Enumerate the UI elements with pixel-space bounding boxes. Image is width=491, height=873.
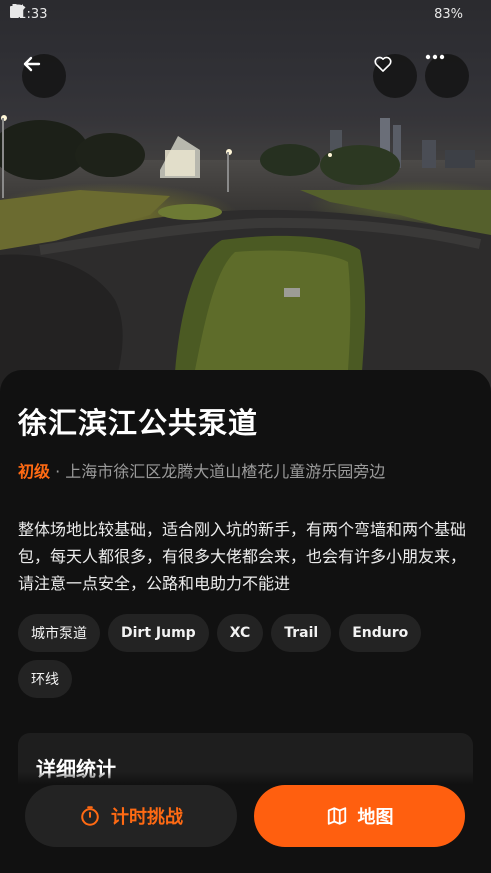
more-button[interactable]	[425, 54, 469, 98]
battery-percent: 83%	[434, 6, 463, 22]
map-label: 地图	[357, 807, 394, 828]
heart-icon	[374, 56, 392, 72]
tag-chip[interactable]: 城市泵道	[18, 614, 100, 652]
tag-chip[interactable]: Trail	[271, 614, 332, 652]
timer-challenge-label: 计时挑战	[111, 807, 183, 828]
timer-challenge-button[interactable]: 计时挑战	[25, 785, 237, 847]
tag-list: 城市泵道 Dirt Jump XC Trail Enduro 环线	[18, 614, 478, 698]
subline-separator: ·	[50, 462, 66, 481]
stopwatch-icon	[81, 806, 99, 826]
favorite-button[interactable]	[373, 54, 417, 98]
difficulty-level: 初级	[18, 462, 51, 481]
back-button[interactable]	[22, 54, 66, 98]
park-subline: 初级 · 上海市徐汇区龙腾大道山楂花儿童游乐园旁边	[18, 458, 473, 482]
tag-chip[interactable]: 环线	[18, 660, 72, 698]
arrow-left-icon	[23, 56, 41, 72]
map-icon	[327, 807, 346, 825]
pumptrack-photo-illustration	[0, 0, 491, 400]
park-description: 整体场地比较基础，适合刚入坑的新手，有两个弯墙和两个基础包，每天人都很多，有很多…	[18, 520, 467, 593]
status-bar: 11:33 83%	[10, 4, 463, 24]
more-horizontal-icon	[425, 54, 445, 60]
bottom-action-bar: 计时挑战 地图	[0, 772, 491, 873]
park-address: 上海市徐汇区龙腾大道山楂花儿童游乐园旁边	[65, 462, 386, 481]
tag-chip[interactable]: Enduro	[339, 614, 422, 652]
tag-chip[interactable]: XC	[216, 614, 264, 652]
hero-photo: 11:33 83%	[0, 0, 491, 400]
park-title: 徐汇滨江公共泵道	[18, 406, 259, 440]
map-button[interactable]: 地图	[254, 785, 465, 847]
battery-icon	[10, 4, 19, 18]
tag-chip[interactable]: Dirt Jump	[108, 614, 209, 652]
